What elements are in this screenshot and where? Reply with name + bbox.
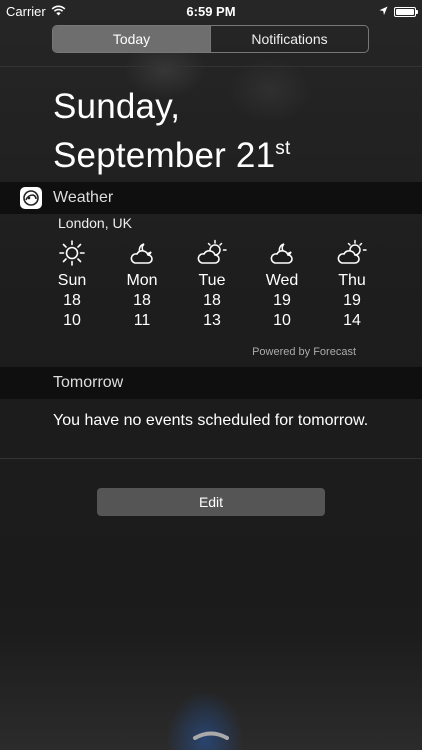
forecast-day-name: Wed [265, 272, 299, 289]
weather-header[interactable]: Weather [0, 182, 422, 214]
forecast-day-name: Thu [338, 272, 366, 289]
date-heading: Sunday, September 21st [53, 86, 290, 177]
powered-by-label[interactable]: Powered by Forecast [252, 346, 356, 358]
forecast-day-name: Tue [198, 272, 226, 289]
forecast-day: Wed 19 10 [248, 238, 316, 338]
forecast-day: Thu 19 14 [318, 238, 386, 338]
forecast-low: 10 [273, 312, 291, 329]
edit-button[interactable]: Edit [97, 488, 325, 516]
cloudy-night-icon [127, 238, 157, 268]
date-month-day-text: September 21 [53, 136, 276, 175]
weather-forecast: Sun 18 10 Mon 18 11 Tue 18 13 Wed 19 10 … [38, 238, 386, 338]
location-arrow-icon [379, 4, 388, 19]
tomorrow-header: Tomorrow [0, 367, 422, 399]
forecast-high: 18 [133, 292, 151, 309]
forecast-low: 10 [63, 312, 81, 329]
tomorrow-title: Tomorrow [53, 374, 124, 391]
forecast-day-name: Sun [57, 272, 87, 289]
events-divider [0, 458, 422, 459]
status-time: 6:59 PM [186, 4, 236, 19]
cloudy-night-icon [267, 238, 297, 268]
weather-app-icon [20, 187, 42, 209]
forecast-high: 19 [343, 292, 361, 309]
forecast-day: Mon 18 11 [108, 238, 176, 338]
chevron-up-icon[interactable] [193, 727, 229, 745]
forecast-low: 14 [343, 312, 361, 329]
forecast-high: 18 [203, 292, 221, 309]
status-bar: Carrier 6:59 PM [0, 0, 422, 22]
weather-title: Weather [53, 189, 114, 206]
view-segmented-control: Today Notifications [52, 25, 369, 53]
battery-fill [396, 8, 414, 15]
date-month-day: September 21st [53, 128, 290, 177]
forecast-low: 11 [133, 312, 151, 329]
forecast-day-name: Mon [126, 272, 158, 289]
partly-cloudy-icon [197, 238, 227, 268]
forecast-high: 19 [273, 292, 291, 309]
forecast-day: Sun 18 10 [38, 238, 106, 338]
weather-location: London, UK [58, 215, 132, 231]
tab-today[interactable]: Today [53, 26, 210, 52]
battery-icon [394, 6, 418, 17]
date-ordinal-suffix: st [275, 138, 291, 159]
tab-notifications[interactable]: Notifications [210, 26, 368, 52]
no-events-message: You have no events scheduled for tomorro… [53, 412, 369, 429]
top-divider [0, 66, 422, 67]
date-weekday: Sunday, [53, 87, 181, 126]
partly-cloudy-icon [337, 238, 367, 268]
status-right [379, 4, 418, 19]
forecast-day: Tue 18 13 [178, 238, 246, 338]
sun-icon [57, 238, 87, 268]
forecast-low: 13 [203, 312, 221, 329]
forecast-high: 18 [63, 292, 81, 309]
